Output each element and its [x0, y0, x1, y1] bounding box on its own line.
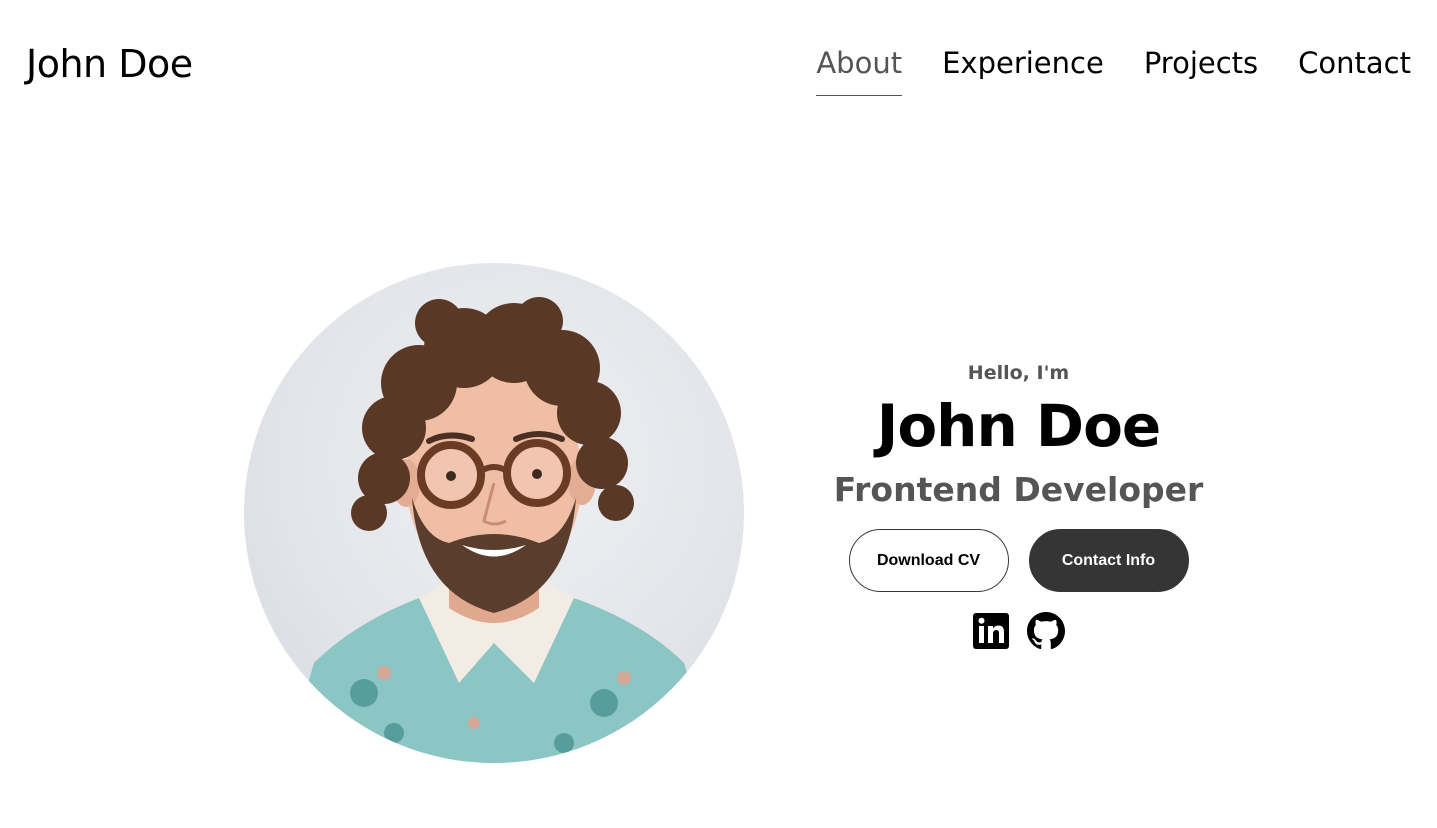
page: John Doe About Experience Projects Conta… — [0, 0, 1437, 828]
hero-name: John Doe — [876, 392, 1162, 460]
button-row: Download CV Contact Info — [800, 529, 1237, 592]
nav-link-experience[interactable]: Experience — [942, 40, 1104, 96]
site-logo[interactable]: John Doe — [26, 38, 193, 90]
role-title: Frontend Developer — [833, 470, 1204, 509]
download-cv-button[interactable]: Download CV — [848, 529, 1009, 592]
linkedin-icon[interactable] — [972, 612, 1010, 650]
contact-info-button[interactable]: Contact Info — [1028, 529, 1189, 592]
greeting: Hello, I'm — [967, 362, 1070, 384]
social-links — [800, 612, 1237, 650]
main-nav: About Experience Projects Contact — [816, 40, 1411, 96]
nav-link-contact[interactable]: Contact — [1298, 40, 1411, 96]
profile-picture — [244, 263, 744, 763]
nav-link-about[interactable]: About — [816, 40, 902, 96]
github-icon[interactable] — [1027, 612, 1065, 650]
hero-section: Hello, I'm John Doe Frontend Developer D… — [800, 355, 1237, 650]
nav-link-projects[interactable]: Projects — [1144, 40, 1258, 96]
